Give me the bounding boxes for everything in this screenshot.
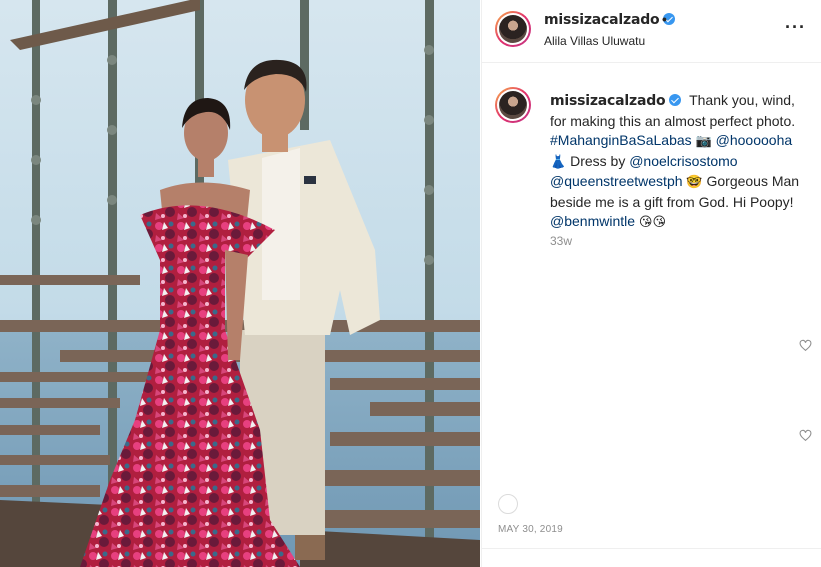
caption-username-link[interactable]: missizacalzado [550, 93, 682, 109]
caption-avatar[interactable] [495, 87, 531, 123]
location-link[interactable]: Alila Villas Uluwatu [544, 34, 645, 48]
separator-dot: • [662, 11, 667, 27]
dress-emoji-icon: 👗 [550, 154, 567, 170]
mention-link[interactable]: @hoooooha [716, 132, 793, 148]
post-header: missizacalzado • Alila Villas Uluwatu ··… [482, 0, 821, 63]
post-date[interactable]: MAY 30, 2019 [498, 524, 563, 535]
camera-emoji-icon: 📷 [695, 134, 712, 149]
post-caption: missizacalzado Thank you, wind, for maki… [550, 91, 805, 233]
kiss-emoji-icon: 😘😘 [638, 215, 667, 230]
header-username-link[interactable]: missizacalzado [544, 12, 676, 28]
avatar[interactable] [495, 11, 531, 47]
hashtag-link[interactable]: #MahanginBaSaLabas [550, 132, 692, 148]
nerd-emoji-icon: 🤓 [686, 175, 703, 190]
caption-username-text[interactable]: missizacalzado [550, 93, 666, 109]
verified-badge-icon [669, 94, 682, 106]
divider [482, 548, 821, 549]
like-comment-heart-icon[interactable] [799, 429, 812, 442]
post-photo[interactable] [0, 0, 480, 567]
caption-text: Dress by [570, 152, 626, 169]
like-comment-heart-icon[interactable] [799, 339, 812, 352]
mention-link[interactable]: @benmwintle [550, 213, 635, 229]
post-age[interactable]: 33w [550, 234, 572, 248]
more-options-icon[interactable]: ··· [785, 18, 806, 36]
mention-link[interactable]: @noelcrisostomo [629, 153, 737, 169]
mention-link[interactable]: @queenstreetwestph [550, 173, 683, 189]
username-text[interactable]: missizacalzado [544, 12, 660, 28]
action-circle-icon[interactable] [498, 494, 518, 514]
post-side-panel: missizacalzado • Alila Villas Uluwatu ··… [481, 0, 821, 567]
